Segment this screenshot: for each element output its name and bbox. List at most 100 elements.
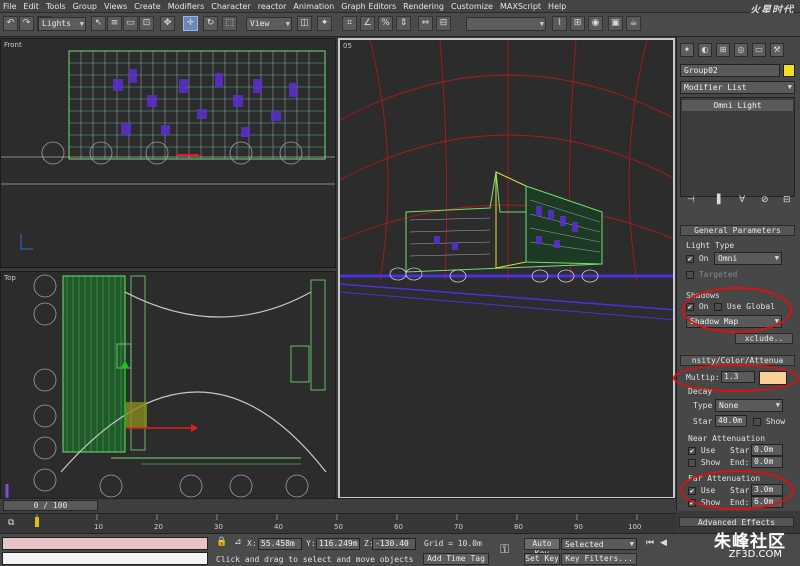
time-slider[interactable]: 0 / 100 [3,500,98,511]
near-use-checkbox[interactable]: ✔ Use [688,446,715,455]
light-on-checkbox[interactable]: ✔ On [686,254,708,263]
scale-icon[interactable]: ⬚ [222,16,237,31]
select-and-move-icon[interactable]: ✛ [183,16,198,31]
menu-customize[interactable]: Customize [451,2,493,11]
remove-modifier-icon[interactable]: ⊘ [761,195,769,205]
spinner-snap-icon[interactable]: ⇕ [396,16,411,31]
render-setup-icon[interactable]: ▣ [608,16,623,31]
select-by-name-icon[interactable]: ≡ [107,16,122,31]
near-start-spinner[interactable]: 0.0m [751,444,783,456]
decay-start-label: Star [693,417,713,426]
general-parameters-header[interactable]: General Parameters [680,225,795,236]
object-name-field[interactable]: Group02 [680,64,780,77]
ref-coord-dropdown[interactable]: View ▼ [246,17,292,31]
add-time-tag-button[interactable]: Add Time Tag [423,553,489,565]
time-slider-track[interactable] [0,498,676,513]
key-filters-button[interactable]: Key Filters... [561,553,637,565]
selection-filter-dropdown[interactable]: Lights ▼ [38,17,86,31]
menu-group[interactable]: Group [73,2,97,11]
maxscript-listener-pink[interactable] [2,537,208,550]
key-mode-icon[interactable]: ⧉ [8,518,14,528]
near-end-spinner[interactable]: 0.0m [751,456,783,468]
x-coord-field[interactable]: 55.458m [258,538,302,550]
make-unique-icon[interactable]: ∀ [739,195,745,205]
menu-edit[interactable]: Edit [23,2,39,11]
material-editor-icon[interactable]: ◉ [588,16,603,31]
top-viewport[interactable]: Top [0,271,336,499]
decay-start-spinner[interactable]: 40.0m [715,415,747,427]
maxscript-listener-white[interactable] [2,552,208,565]
decay-label: Decay [688,387,713,396]
advanced-effects-header[interactable]: Advanced Effects [679,517,794,527]
lock-selection-icon[interactable]: 🔒 [216,537,227,547]
light-type-label: Light Type [686,241,735,250]
targeted-checkbox[interactable]: Targeted [686,270,737,279]
exclude-button[interactable]: xclude.. [735,333,793,344]
key-mode-dropdown[interactable]: Selected ▼ [561,538,637,550]
modify-tab-icon[interactable]: ◐ [698,43,712,57]
percent-snap-icon[interactable]: % [378,16,393,31]
menu-views[interactable]: Views [104,2,127,11]
stack-item-omni-light[interactable]: Omni Light [682,100,793,111]
undo-icon[interactable]: ↶ [3,16,18,31]
menu-character[interactable]: Character [211,2,251,11]
display-tab-icon[interactable]: ▭ [752,43,766,57]
auto-key-button[interactable]: Auto Key [524,538,560,558]
light-type-dropdown[interactable]: Omni ▼ [714,252,782,265]
absolute-mode-icon[interactable]: ⊿ [234,537,242,547]
menu-modifiers[interactable]: Modifiers [168,2,205,11]
render-icon[interactable]: ☕ [626,16,641,31]
near-show-checkbox[interactable]: Show [688,458,720,467]
pivot-icon[interactable]: ◫ [297,16,312,31]
menu-help[interactable]: Help [548,2,566,11]
rotate-icon[interactable]: ↻ [203,16,218,31]
modifier-list-label: Modifier List [684,83,747,92]
menu-graph-editors[interactable]: Graph Editors [341,2,396,11]
window-crossing-icon[interactable]: ⊡ [139,16,154,31]
object-color-swatch[interactable] [783,64,795,77]
menu-maxscript[interactable]: MAXScript [500,2,541,11]
motion-tab-icon[interactable]: ◎ [734,43,748,57]
set-keys-key-icon[interactable]: ⚿ [500,542,509,557]
align-icon[interactable]: ⊟ [436,16,451,31]
go-to-start-icon[interactable]: ⏮ [646,538,654,548]
angle-snap-icon[interactable]: ∠ [360,16,375,31]
perspective-viewport[interactable]: 05 [338,38,675,499]
snap-icon[interactable]: ⌗ [342,16,357,31]
decay-show-label: Show [765,417,786,426]
pin-stack-icon[interactable]: ⊣ [687,195,695,205]
menu-reactor[interactable]: reactor [258,2,287,11]
set-key-button[interactable]: Set Key [524,553,560,565]
redo-icon[interactable]: ↷ [19,16,34,31]
decay-show-checkbox[interactable]: Show [753,417,785,426]
menu-create[interactable]: Create [134,2,161,11]
modifier-list-dropdown[interactable]: Modifier List ▼ [680,81,795,94]
menu-tools[interactable]: Tools [46,2,66,11]
tick-100: 100 [628,523,642,531]
select-icon[interactable]: ↖ [91,16,106,31]
menu-file[interactable]: File [3,2,16,11]
decay-type-dropdown[interactable]: None ▼ [715,399,783,412]
move-icon[interactable]: ✥ [160,16,175,31]
named-selection-dropdown[interactable]: ▼ [466,17,546,31]
schematic-icon[interactable]: ⊞ [570,16,585,31]
menu-rendering[interactable]: Rendering [403,2,444,11]
z-coord-field[interactable]: -130.40 [372,538,416,550]
decay-show-check-icon [753,417,761,426]
hierarchy-tab-icon[interactable]: ⊞ [716,43,730,57]
create-tab-icon[interactable]: ✦ [680,43,694,57]
y-coord-field[interactable]: 116.249m [316,538,360,550]
curve-editor-icon[interactable]: ⌇ [552,16,567,31]
utilities-tab-icon[interactable]: ⚒ [770,43,784,57]
front-viewport[interactable]: Front [0,38,336,268]
mirror-icon[interactable]: ⇔ [418,16,433,31]
show-end-result-icon[interactable]: ▌ [717,195,724,205]
manipulate-icon[interactable]: ✦ [317,16,332,31]
menu-animation[interactable]: Animation [293,2,334,11]
x-coord-label: X: [247,539,257,548]
rect-region-icon[interactable]: ▭ [123,16,138,31]
command-panel: ✦ ◐ ⊞ ◎ ▭ ⚒ Group02 Modifier List ▼ Omni … [673,37,800,511]
configure-sets-icon[interactable]: ⊟ [783,195,791,205]
light-on-check-icon: ✔ [686,254,694,263]
prev-frame-icon[interactable]: ◀ [660,538,667,548]
